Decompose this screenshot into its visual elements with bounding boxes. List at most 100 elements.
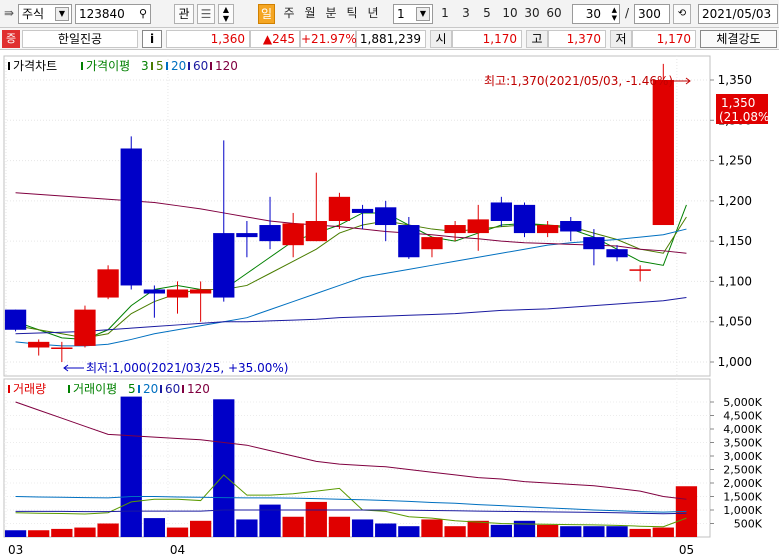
legend-marker: [8, 62, 10, 70]
legend-vma20: 20: [143, 382, 158, 396]
count-stepper-icon[interactable]: ▲ ▼: [612, 6, 617, 22]
legend-ma5: 5: [156, 59, 164, 73]
stock-list-icon[interactable]: ☰: [197, 4, 215, 24]
candle-body: [259, 225, 281, 242]
current-pct-tag-value: (21.08%): [719, 110, 774, 124]
candle-body: [143, 289, 166, 294]
period-tick-button[interactable]: 틱: [343, 4, 361, 24]
volume-panel-frame: [3, 378, 711, 538]
interval-5-button[interactable]: 5: [480, 4, 494, 24]
info-button[interactable]: i: [142, 30, 162, 48]
date-label: 03: [8, 543, 23, 557]
count-input[interactable]: 30 ▲ ▼: [572, 4, 620, 24]
candle-body: [51, 347, 73, 349]
interval-60-button[interactable]: 60: [544, 4, 564, 24]
code-input[interactable]: 123840 ⚲: [75, 4, 151, 24]
volume-bar: [444, 526, 466, 537]
chart-area[interactable]: 1,0001,0501,1001,1501,2001,2501,3001,350…: [0, 52, 779, 557]
candle-body: [120, 148, 142, 286]
volume-bar: [583, 526, 605, 537]
volume-bar: [189, 520, 212, 537]
candle-body: [629, 269, 651, 271]
volume-tick-label: 1,000K: [723, 504, 762, 517]
price-change: ▲245: [250, 30, 300, 48]
trade-volume: 1,881,239: [356, 30, 426, 48]
toolbar: ⇛ 주식 ▼ 123840 ⚲ 관 ☰ ▲ ▼ 일 주 월 분 틱 년 1 ▼ 1…: [0, 0, 779, 28]
volume-bar: [259, 504, 281, 537]
legend-marker: [160, 385, 162, 393]
candle-body: [490, 202, 513, 221]
period-minute-button[interactable]: 분: [322, 4, 340, 24]
candle-body: [74, 309, 96, 346]
interval-3-button[interactable]: 3: [459, 4, 473, 24]
price-tick-label: 1,100: [718, 274, 752, 288]
legend-marker: [188, 62, 190, 70]
candle-body: [213, 233, 235, 298]
count-separator: /: [624, 6, 630, 20]
volume-bar: [606, 526, 628, 537]
volume-tick-label: 2,000K: [723, 477, 762, 490]
candle-body: [236, 233, 258, 238]
volume-tick-label: 3,500K: [723, 437, 762, 450]
volume-bar: [97, 523, 119, 537]
price-legend-title: 가격차트: [13, 59, 57, 73]
price-tick-label: 1,250: [718, 154, 752, 168]
volume-bar: [166, 527, 189, 537]
volume-bar: [236, 519, 258, 537]
search-icon[interactable]: ⚲: [139, 5, 147, 23]
volume-tick-label: 1,500K: [723, 491, 762, 504]
interval-30-button[interactable]: 30: [522, 4, 542, 24]
volume-bar: [467, 520, 489, 537]
candle-body: [189, 289, 212, 294]
volume-bar: [143, 518, 166, 537]
legend-marker: [210, 62, 212, 70]
price-tick-label: 1,350: [718, 73, 752, 87]
reset-icon[interactable]: ⟲: [673, 4, 691, 24]
chevron-down-icon: ▼: [416, 7, 430, 21]
volume-legend: 거래량 거래이평 5 20 60 120: [8, 382, 210, 396]
period-year-button[interactable]: 년: [364, 4, 382, 24]
legend-ma120: 120: [215, 59, 238, 73]
high-price: 1,370: [548, 30, 606, 48]
favorite-button[interactable]: 관: [174, 4, 194, 24]
code-value: 123840: [79, 7, 125, 21]
candle-body: [606, 249, 628, 258]
candle-body: [166, 289, 189, 298]
price-change-percent: +21.97%: [300, 30, 357, 48]
volume-tick-label: 3,000K: [723, 450, 762, 463]
candle-body: [28, 341, 50, 348]
market-select[interactable]: 주식 ▼: [18, 4, 72, 24]
candle-body: [467, 219, 489, 234]
low-annotation: 최저:1,000(2021/03/25, +35.00%): [86, 361, 288, 375]
volume-bar: [305, 501, 327, 537]
date-label: 05: [679, 543, 694, 557]
low-label: 저: [610, 30, 632, 48]
candle-body: [444, 225, 466, 234]
interval-1-button[interactable]: 1: [438, 4, 452, 24]
volume-bar: [421, 519, 443, 537]
legend-vma60: 60: [165, 382, 180, 396]
date-input[interactable]: 2021/05/03: [698, 4, 778, 24]
period-week-button[interactable]: 주: [280, 4, 298, 24]
period-daily-button[interactable]: 일: [258, 4, 275, 24]
volume-bar: [513, 520, 536, 537]
candle-body: [560, 221, 582, 232]
price-tick-label: 1,200: [718, 194, 752, 208]
legend-marker: [8, 385, 10, 393]
menu-arrow-icon[interactable]: ⇛: [2, 4, 16, 24]
up-down-stepper[interactable]: ▲ ▼: [218, 4, 234, 24]
legend-vma120: 120: [187, 382, 210, 396]
price-legend: 가격차트 가격이평 3 5 20 60 120: [8, 59, 238, 73]
interval-10-button[interactable]: 10: [500, 4, 520, 24]
period-month-button[interactable]: 월: [301, 4, 319, 24]
stock-chart-svg[interactable]: 1,0001,0501,1001,1501,2001,2501,3001,350…: [0, 52, 779, 557]
market-value: 주식: [22, 7, 45, 21]
volume-bar: [4, 530, 27, 537]
volume-bar: [74, 527, 96, 537]
interval-select[interactable]: 1 ▼: [393, 4, 433, 24]
info-row: 증 한일진공 i 1,360 ▲245 +21.97% 1,881,239 시 …: [0, 28, 779, 50]
high-annotation: 최고:1,370(2021/05/03, -1.46%): [484, 74, 673, 88]
candle-body: [282, 223, 304, 246]
strength-button[interactable]: 체결강도: [700, 30, 777, 48]
current-price-tag-value: 1,350: [721, 96, 755, 110]
